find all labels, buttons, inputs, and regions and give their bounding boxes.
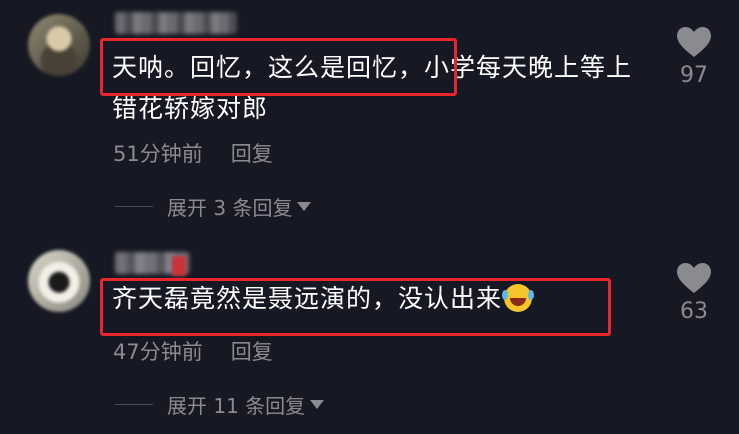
divider-line bbox=[115, 404, 153, 405]
comment-meta: 47分钟前 回复 bbox=[113, 336, 273, 366]
avatar[interactable] bbox=[28, 14, 90, 76]
username-badge bbox=[172, 256, 186, 276]
expand-replies-button[interactable]: 展开 11 条回复 bbox=[115, 390, 325, 419]
heart-icon bbox=[677, 263, 711, 293]
like-button[interactable]: 97 bbox=[668, 26, 720, 88]
like-button[interactable]: 63 bbox=[668, 262, 720, 324]
comment-time: 47分钟前 bbox=[113, 340, 203, 364]
reply-button[interactable]: 回复 bbox=[231, 142, 273, 166]
caret-down-icon bbox=[297, 202, 312, 211]
heart-icon bbox=[677, 27, 711, 57]
expand-replies-button[interactable]: 展开 3 条回复 bbox=[115, 192, 312, 221]
comment-meta: 51分钟前 回复 bbox=[113, 138, 273, 168]
divider-line bbox=[115, 206, 153, 207]
comment-time: 51分钟前 bbox=[113, 142, 203, 166]
like-count: 63 bbox=[680, 299, 708, 324]
avatar[interactable] bbox=[28, 250, 90, 312]
reply-button[interactable]: 回复 bbox=[231, 340, 273, 364]
expand-replies-label: 展开 3 条回复 bbox=[167, 196, 293, 220]
username-blurred[interactable] bbox=[115, 12, 237, 34]
like-count: 97 bbox=[680, 63, 708, 88]
highlight-box bbox=[100, 38, 457, 96]
expand-replies-label: 展开 11 条回复 bbox=[167, 394, 306, 418]
highlight-box bbox=[100, 278, 611, 336]
caret-down-icon bbox=[310, 400, 325, 409]
